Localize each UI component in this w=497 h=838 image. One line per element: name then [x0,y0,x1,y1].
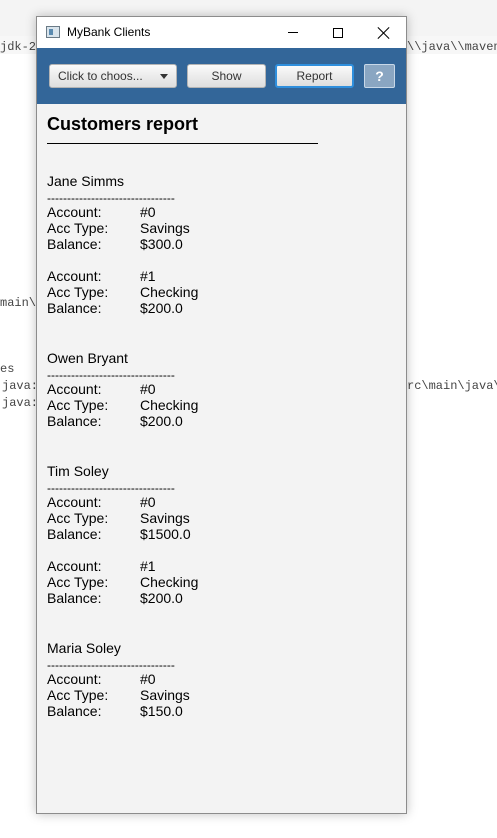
close-button[interactable] [361,17,406,48]
window-title: MyBank Clients [67,25,151,39]
balance-label: Balance: [47,703,102,719]
minimize-button[interactable] [270,17,315,48]
account-number: #0 [140,204,156,220]
report-title: Customers report [47,114,199,134]
background-text-line: es [0,362,15,376]
balance-value: $200.0 [140,590,183,606]
acc-type-value: Checking [140,574,199,590]
account-label: Account: [47,204,102,220]
balance-label: Balance: [47,300,102,316]
account-number: #0 [140,494,156,510]
client-select-value: Click to choos... [58,69,143,83]
title-bar[interactable]: MyBank Clients [37,17,406,48]
customer-separator: -------------------------------- [47,368,175,382]
account-number: #1 [140,558,156,574]
acc-type-value: Savings [140,687,190,703]
customer-separator: -------------------------------- [47,191,175,205]
customer-separator: -------------------------------- [47,658,175,672]
customer-name: Jane Simms [47,173,125,189]
acc-type-label: Acc Type: [47,397,109,413]
balance-value: $200.0 [140,413,183,429]
app-icon [46,26,60,38]
account-label: Account: [47,494,102,510]
balance-label: Balance: [47,236,102,252]
acc-type-label: Acc Type: [47,510,109,526]
acc-type-label: Acc Type: [47,574,109,590]
account-label: Account: [47,558,102,574]
minimize-icon [287,32,298,33]
acc-type-label: Acc Type: [47,220,109,236]
balance-label: Balance: [47,590,102,606]
account-label: Account: [47,268,102,284]
maximize-button[interactable] [315,17,360,48]
acc-type-value: Savings [140,510,190,526]
close-icon [378,27,390,39]
account-number: #1 [140,268,156,284]
background-text-line: jdk-2 [0,40,37,54]
balance-label: Balance: [47,413,102,429]
acc-type-value: Checking [140,397,199,413]
customer-name: Owen Bryant [47,350,128,366]
customer-name: Maria Soley [47,640,121,656]
balance-value: $200.0 [140,300,183,316]
chevron-down-icon [160,74,168,79]
account-label: Account: [47,381,102,397]
balance-label: Balance: [47,526,102,542]
background-text-line: java: [2,396,39,410]
account-number: #0 [140,381,156,397]
acc-type-value: Savings [140,220,190,236]
balance-value: $150.0 [140,703,183,719]
mybank-window: MyBank Clients Click to choos... Show Re… [36,16,407,814]
account-number: #0 [140,671,156,687]
acc-type-label: Acc Type: [47,687,109,703]
balance-value: $1500.0 [140,526,191,542]
background-text-line: rc\main\java\ [407,379,497,393]
help-button[interactable]: ? [364,64,395,88]
acc-type-value: Checking [140,284,199,300]
account-label: Account: [47,671,102,687]
acc-type-label: Acc Type: [47,284,109,300]
background-text-line: main\ [0,296,37,310]
balance-value: $300.0 [140,236,183,252]
title-divider [47,143,318,144]
report-button[interactable]: Report [275,64,354,88]
background-text-line: java: [2,379,39,393]
maximize-icon [332,27,343,38]
client-select[interactable]: Click to choos... [49,64,177,88]
help-icon: ? [375,68,384,84]
customer-name: Tim Soley [47,463,109,479]
show-button[interactable]: Show [187,64,266,88]
background-text-line: \\java\\maven [407,40,497,54]
customer-separator: -------------------------------- [47,481,175,495]
toolbar: Click to choos... Show Report ? [37,48,406,104]
